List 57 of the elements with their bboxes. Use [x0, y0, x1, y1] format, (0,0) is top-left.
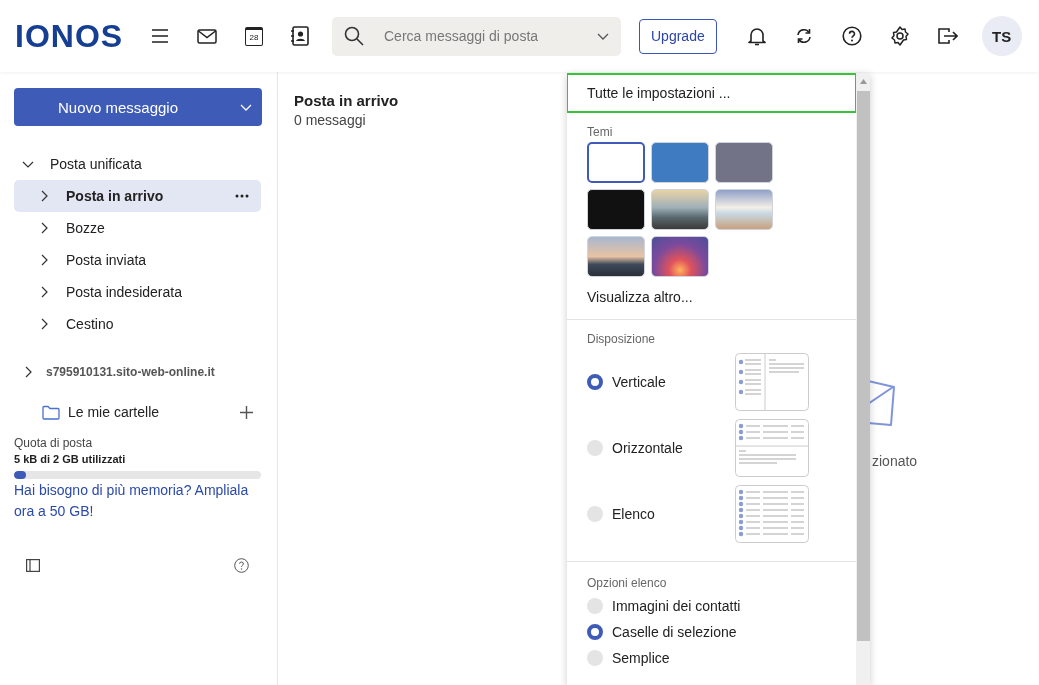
more-icon[interactable] — [235, 194, 249, 198]
list-option-label[interactable]: Immagini dei contatti — [612, 598, 836, 614]
folder-item[interactable]: Cestino — [14, 308, 261, 340]
radio-button[interactable] — [587, 650, 603, 666]
menu-icon[interactable] — [151, 29, 169, 43]
caret-icon[interactable] — [240, 104, 252, 111]
layout-option-label[interactable]: Verticale — [612, 374, 735, 390]
folder-title: Posta in arrivo — [294, 92, 400, 109]
search-field[interactable]: Cerca messaggi di posta — [332, 16, 621, 56]
empty-state-text: zionato — [872, 453, 918, 469]
theme-swatch[interactable] — [587, 142, 645, 183]
folder-item[interactable]: Posta inviata — [14, 244, 261, 276]
search-icon — [344, 26, 364, 46]
logo[interactable]: IONOS — [15, 17, 127, 55]
radio-button[interactable] — [587, 506, 603, 522]
all-settings-item[interactable]: Tutte le impostazioni ... — [567, 73, 856, 113]
folder-item[interactable]: Posta in arrivo — [14, 180, 261, 212]
theme-photo-placeholder[interactable] — [651, 236, 709, 277]
bell-icon[interactable] — [747, 26, 766, 46]
message-count: 0 messaggi — [294, 112, 367, 128]
envelope-icon — [868, 378, 898, 426]
plus-icon[interactable] — [240, 405, 253, 419]
account-name[interactable]: s795910131.sito-web-online.it — [46, 365, 215, 379]
layout-option-label[interactable]: Elenco — [612, 506, 735, 522]
contacts-icon[interactable] — [291, 26, 309, 46]
folder-icon — [42, 404, 60, 420]
folder-item[interactable]: Bozze — [14, 212, 261, 244]
upgrade-storage-link[interactable]: Hai bisogno di più memoria? Ampliala ora a 50 GB! — [14, 480, 261, 522]
logout-icon[interactable] — [937, 27, 958, 45]
quota-title: Quota di posta — [14, 436, 94, 450]
folder-item[interactable]: Posta indesiderata — [14, 276, 261, 308]
new-message-button[interactable]: Nuovo messaggio — [14, 88, 262, 126]
section-heading: Disposizione — [587, 332, 657, 346]
search-input[interactable]: Cerca messaggi di posta — [382, 27, 579, 45]
help-icon[interactable] — [841, 26, 862, 46]
radio-button[interactable] — [587, 624, 603, 640]
upgrade-button[interactable]: Upgrade — [639, 18, 717, 54]
section-heading: Temi — [587, 125, 614, 139]
radio-button[interactable] — [587, 598, 603, 614]
radio-button[interactable] — [587, 374, 603, 390]
user-avatar[interactable]: TS — [981, 16, 1022, 56]
quota-usage: 5 kB di 2 GB utilizzati — [14, 453, 127, 465]
section-heading: Opzioni elenco — [587, 576, 668, 590]
sidebar-toggle-icon[interactable] — [26, 559, 40, 572]
mail-icon[interactable] — [197, 28, 217, 44]
calendar-icon[interactable]: 28 — [245, 26, 263, 46]
show-more-link[interactable]: Visualizza altro... — [587, 289, 836, 305]
layout-option-label[interactable]: Orizzontale — [612, 440, 735, 456]
radio-button[interactable] — [587, 440, 603, 456]
list-option-label[interactable]: Caselle di selezione — [612, 624, 836, 640]
chevron-down-icon[interactable] — [597, 32, 609, 40]
my-folders-label[interactable]: Le mie cartelle — [68, 404, 232, 420]
list-option-label[interactable]: Semplice — [612, 650, 836, 666]
folder-item[interactable]: Posta unificata — [14, 148, 261, 180]
theme-photo-placeholder[interactable] — [651, 189, 709, 230]
theme-photo-placeholder[interactable] — [587, 236, 645, 277]
settings-icon[interactable] — [889, 26, 910, 46]
